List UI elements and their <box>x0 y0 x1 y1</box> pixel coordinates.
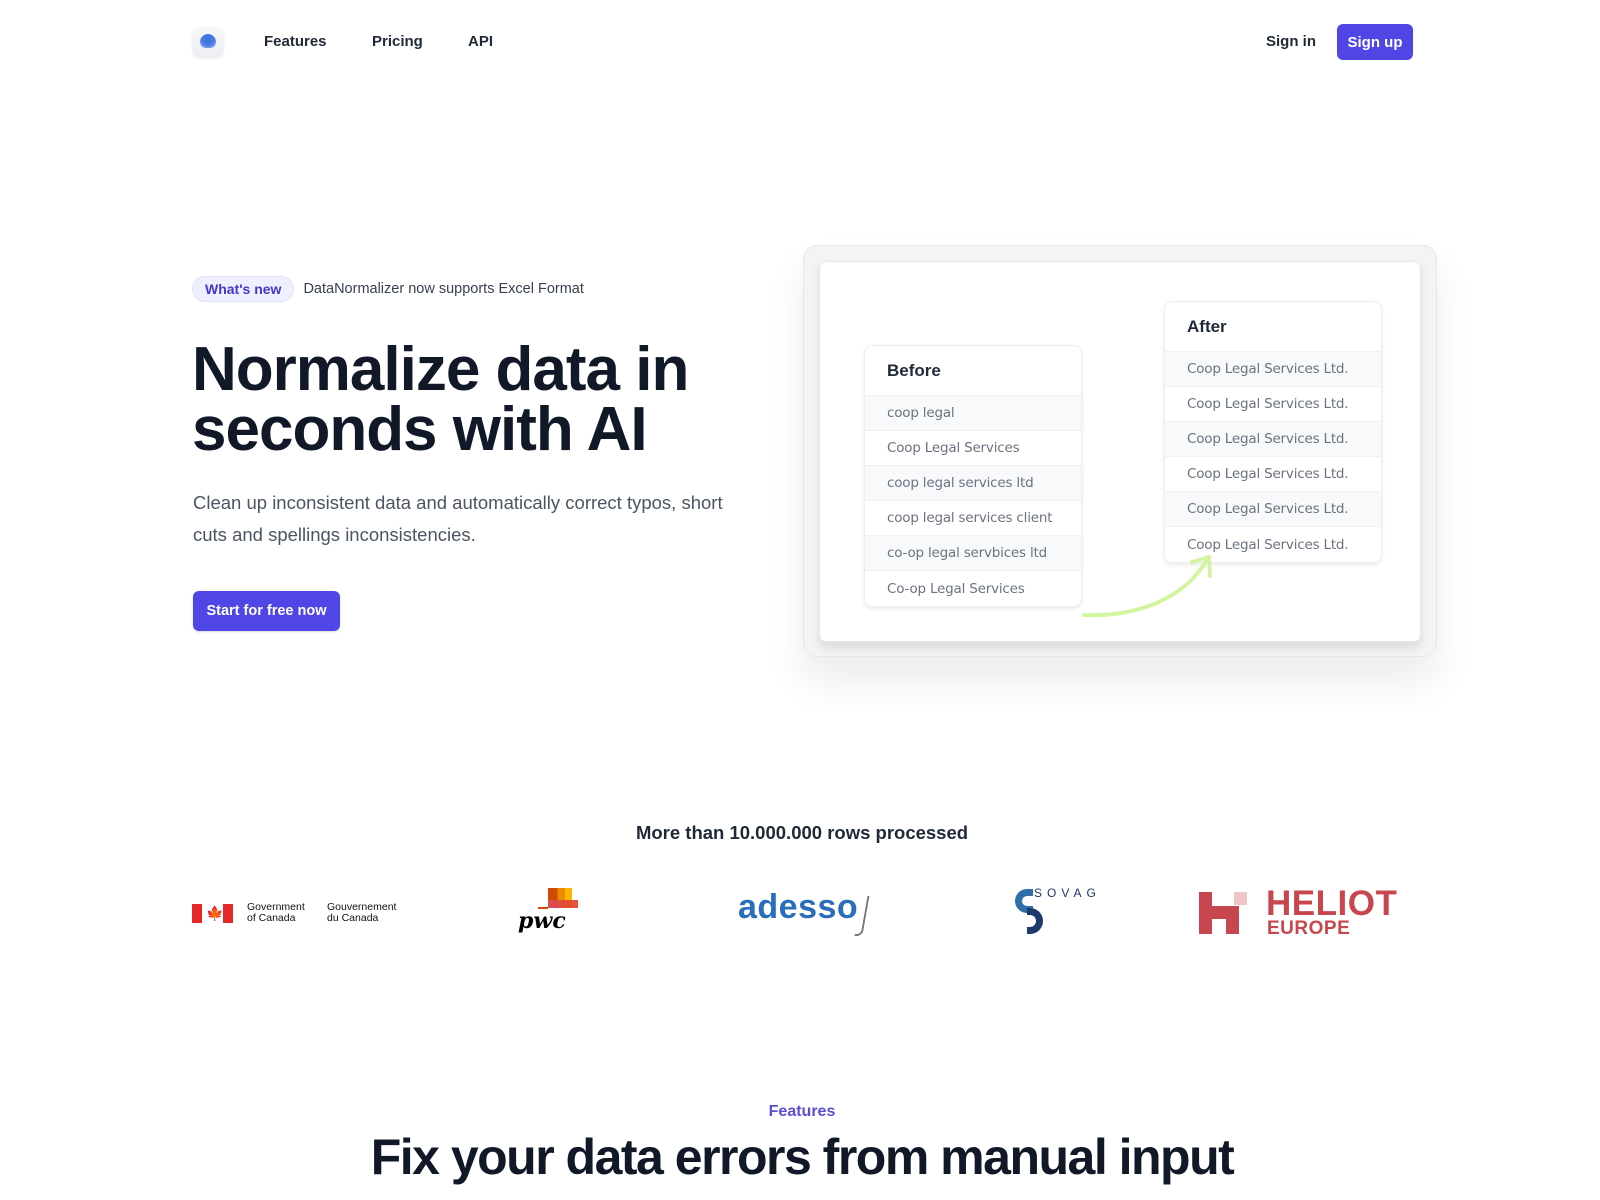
nav-link-api[interactable]: API <box>468 33 493 50</box>
after-title: After <box>1165 302 1381 352</box>
after-row: Coop Legal Services Ltd. <box>1165 492 1381 527</box>
after-list: Coop Legal Services Ltd. Coop Legal Serv… <box>1165 352 1381 562</box>
pwc-logo: pwc <box>518 888 588 938</box>
sign-up-button[interactable]: Sign up <box>1337 24 1413 60</box>
before-row: coop legal services client <box>865 501 1081 536</box>
logo-icon[interactable] <box>193 27 223 57</box>
rows-processed-stat: More than 10.000.000 rows processed <box>635 822 969 843</box>
before-row: coop legal services ltd <box>865 466 1081 501</box>
canada-flag-icon: 🍁 <box>192 903 233 923</box>
features-eyebrow: Features <box>768 1103 836 1120</box>
heliot-h-icon <box>1199 892 1247 934</box>
sign-in-link[interactable]: Sign in <box>1266 33 1316 50</box>
before-row: Co-op Legal Services <box>887 580 1025 597</box>
sovag-logo: SOVAG <box>1015 886 1105 936</box>
curved-arrow-icon <box>1082 555 1212 618</box>
hero-subtext: Clean up inconsistent data and automatic… <box>193 492 723 545</box>
after-row: Coop Legal Services Ltd. <box>1165 457 1381 492</box>
start-free-button[interactable]: Start for free now <box>193 591 340 631</box>
canada-en-line-2: of Canada <box>247 912 296 924</box>
after-card: After Coop Legal Services Ltd. Coop Lega… <box>1164 301 1382 563</box>
top-navigation: Features Pricing API Sign in Sign up <box>0 0 1600 84</box>
after-row: Coop Legal Services Ltd. <box>1165 352 1381 387</box>
before-card: Before coop legal Coop Legal Services co… <box>864 345 1082 607</box>
logo-dot-icon <box>200 34 216 48</box>
before-list: coop legal Coop Legal Services coop lega… <box>865 396 1081 606</box>
pwc-wordmark: pwc <box>518 908 566 934</box>
features-title: Fix your data errors from manual input <box>370 1129 1235 1185</box>
adesso-wordmark: adesso <box>738 888 859 926</box>
hero-headline: Normalize data in seconds with AI <box>192 339 752 461</box>
whats-new-badge[interactable]: What's new <box>192 276 295 302</box>
headline-line-1: Normalize data in <box>192 335 689 404</box>
after-row: Coop Legal Services Ltd. <box>1165 387 1381 422</box>
demo-canvas: Before coop legal Coop Legal Services co… <box>819 261 1421 642</box>
announcement-text[interactable]: DataNormalizer now supports Excel Format <box>303 281 583 297</box>
headline-line-2: seconds with AI <box>192 395 648 464</box>
nav-link-features[interactable]: Features <box>264 33 327 50</box>
customer-logos: 🍁 Government of Canada Gouvernement du C… <box>0 880 1600 950</box>
before-row: coop legal <box>865 396 1081 431</box>
sovag-wordmark: SOVAG <box>1034 886 1101 900</box>
before-title: Before <box>865 346 1081 396</box>
heliot-subtitle: EUROPE <box>1267 918 1351 939</box>
government-of-canada-logo: 🍁 Government of Canada Gouvernement du C… <box>192 902 407 924</box>
nav-link-pricing[interactable]: Pricing <box>372 33 423 50</box>
adesso-logo: adesso <box>738 888 870 936</box>
heliot-europe-logo: HELIOT EUROPE <box>1199 884 1419 939</box>
before-row: Coop Legal Services <box>865 431 1081 466</box>
after-row: Coop Legal Services Ltd. <box>1165 422 1381 457</box>
demo-illustration: Before coop legal Coop Legal Services co… <box>803 245 1437 657</box>
announcement-bar[interactable]: What's new DataNormalizer now supports E… <box>192 276 584 302</box>
canada-fr-line-2: du Canada <box>327 912 379 924</box>
before-row: co-op legal servbices ltd <box>865 536 1081 571</box>
